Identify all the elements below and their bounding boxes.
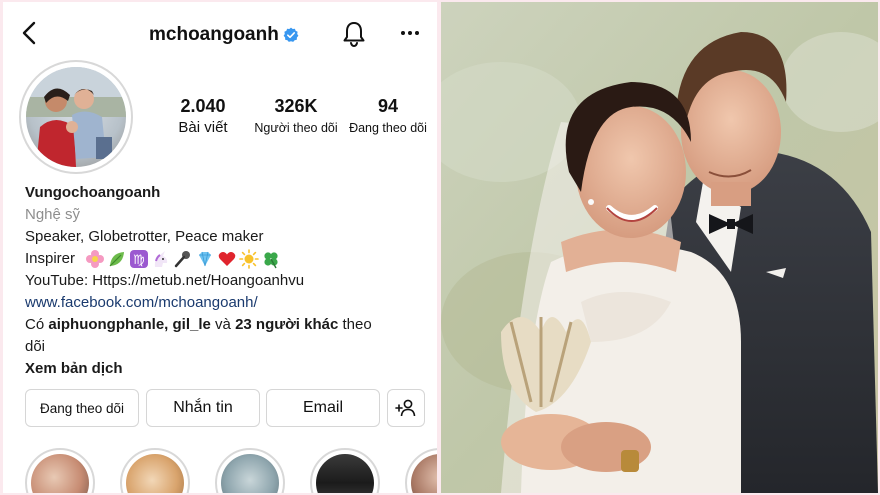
story-highlight-4[interactable] (310, 448, 380, 493)
followers-count: 326K (274, 96, 318, 116)
avatar-photo (26, 67, 126, 167)
bio-line-2-row: Inspirer ♍ (25, 248, 425, 270)
following-label: Đang theo dõi (349, 121, 427, 135)
story-highlight-5[interactable] (405, 448, 437, 493)
followed-by-prefix: Có (25, 316, 45, 333)
posts-count: 2.040 (180, 96, 226, 116)
verified-badge-icon (283, 27, 299, 42)
sun-emoji-icon (239, 249, 260, 269)
highlight-thumbnail (221, 454, 279, 493)
followers-stat[interactable]: 326K Người theo dõi (250, 96, 342, 135)
story-highlight-1[interactable] (25, 448, 95, 493)
profile-bio: Vungochoangoanh Nghệ sỹ Speaker, Globetr… (25, 182, 425, 380)
bio-line-1: Speaker, Globetrotter, Peace maker (25, 228, 264, 245)
profile-avatar[interactable] (19, 60, 133, 174)
notification-bell-icon[interactable] (341, 20, 367, 48)
flower-emoji-icon (86, 250, 105, 269)
followed-by-and: và (215, 316, 231, 333)
see-translation-link[interactable]: Xem bản dịch (25, 358, 425, 380)
back-arrow-icon[interactable] (19, 20, 41, 46)
microphone-emoji-icon (174, 251, 191, 268)
svg-text:♍: ♍ (133, 253, 145, 268)
highlight-thumbnail (316, 454, 374, 493)
suggested-users-button[interactable] (387, 389, 425, 427)
posts-label: Bài viết (178, 119, 228, 136)
highlight-thumbnail (126, 454, 184, 493)
profile-website-link[interactable]: www.facebook.com/mchoangoanh/ (25, 292, 425, 314)
followed-by-text[interactable]: Có aiphuongphanle, gil_le và 23 người kh… (25, 314, 425, 358)
heart-emoji-icon (218, 252, 236, 267)
unicorn-emoji-icon (155, 251, 168, 268)
wedding-couple-illustration (441, 2, 878, 493)
instagram-profile-screen: mchoangoanh 2.040 Bài viết 326K Người th… (3, 2, 437, 493)
posts-stat: 2.040 Bài viết (168, 96, 238, 136)
highlight-thumbnail (31, 454, 89, 493)
profile-username: mchoangoanh (149, 24, 279, 45)
bio-line-2: Inspirer (25, 250, 76, 267)
clover-emoji-icon (264, 252, 278, 269)
bio-line-3: YouTube: Https://metub.net/Hoangoanhvu (25, 272, 305, 289)
email-button[interactable]: Email (266, 389, 380, 427)
highlight-thumbnail (411, 454, 437, 493)
more-options-icon[interactable] (398, 26, 422, 40)
following-button[interactable]: Đang theo dõi (25, 389, 139, 427)
followed-by-suffix: theo (342, 316, 372, 333)
followed-by-users: aiphuongphanle, gil_le (48, 316, 211, 333)
add-user-icon (395, 399, 416, 417)
bio-emoji-row: ♍ (85, 249, 281, 269)
story-highlight-2[interactable] (120, 448, 190, 493)
following-count: 94 (377, 96, 399, 116)
profile-full-name: Vungochoangoanh (25, 184, 161, 201)
gem-emoji-icon (199, 251, 212, 267)
virgo-zodiac-emoji-icon: ♍ (130, 250, 149, 269)
following-stat[interactable]: 94 Đang theo dõi (345, 96, 431, 135)
followed-by-suffix-2: dõi (25, 338, 46, 355)
wedding-photo (441, 2, 878, 493)
story-highlight-3[interactable] (215, 448, 285, 493)
leaf-emoji-icon (109, 252, 125, 267)
message-button[interactable]: Nhắn tin (146, 389, 260, 427)
profile-category: Nghệ sỹ (25, 206, 81, 223)
followers-label: Người theo dõi (254, 121, 338, 135)
followed-by-others: 23 người khác (235, 316, 339, 333)
